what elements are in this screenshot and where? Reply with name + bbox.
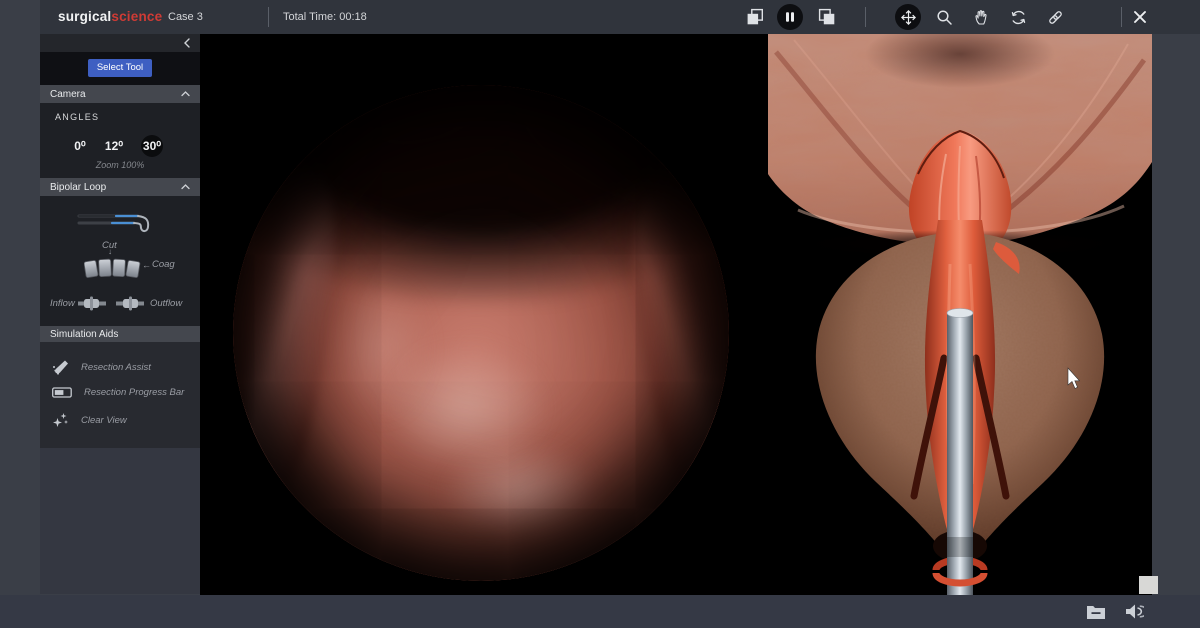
reset-view-icon[interactable] bbox=[1005, 4, 1031, 30]
resection-assist-icon bbox=[52, 359, 69, 376]
app-logo: surgicalscience bbox=[58, 0, 162, 34]
topbar-divider bbox=[268, 7, 269, 27]
resection-progress-icon bbox=[52, 385, 72, 400]
aid-label: Resection Progress Bar bbox=[84, 387, 184, 398]
simulation-aids-body: Resection Assist Resection Progress Bar … bbox=[40, 342, 200, 448]
section-header-simulation-aids[interactable]: Simulation Aids bbox=[40, 326, 200, 342]
angle-option-0[interactable]: 0⁰ bbox=[68, 135, 92, 157]
total-time-label: Total Time: 00:18 bbox=[283, 0, 367, 34]
chevron-up-icon bbox=[181, 184, 190, 190]
foot-pedals-image bbox=[84, 256, 144, 282]
zoom-tool-icon[interactable] bbox=[931, 4, 957, 30]
select-tool-row: Select Tool bbox=[40, 52, 200, 85]
bottom-bar bbox=[0, 595, 1200, 628]
camera-zoom-label: Zoom 100% bbox=[40, 160, 200, 170]
outflow-valve-icon bbox=[116, 296, 144, 311]
inflow-valve-icon bbox=[78, 296, 106, 311]
endoscope-vignette bbox=[233, 85, 729, 581]
anatomy-3d-viewport[interactable] bbox=[768, 34, 1152, 595]
simulator-window: { "app": { "title_part1": "surgical", "t… bbox=[0, 0, 1200, 628]
endoscope-circular-view[interactable] bbox=[233, 85, 729, 581]
chevron-up-icon bbox=[181, 91, 190, 97]
tool-sidebar: Select Tool Camera ANGLES 0⁰ 12⁰ 30⁰ Zoo… bbox=[40, 34, 200, 594]
logo-text-surgical: surgical bbox=[58, 9, 111, 24]
cut-arrow-icon: ↓ bbox=[108, 247, 112, 256]
resection-assist-toggle[interactable]: Resection Assist bbox=[52, 359, 151, 376]
aids-section-title: Simulation Aids bbox=[50, 329, 118, 340]
topbar-divider bbox=[865, 7, 866, 27]
topbar-divider bbox=[1121, 7, 1122, 27]
coag-pedal-label: Coag bbox=[152, 259, 175, 270]
logo-text-science: science bbox=[111, 9, 162, 24]
clear-view-toggle[interactable]: Clear View bbox=[52, 412, 127, 429]
move-tool-icon[interactable] bbox=[895, 4, 921, 30]
angles-label: ANGLES bbox=[55, 112, 99, 122]
link-views-icon[interactable] bbox=[1042, 4, 1068, 30]
section-header-camera[interactable]: Camera bbox=[40, 85, 200, 103]
case-label: Case 3 bbox=[168, 0, 203, 34]
select-tool-button[interactable]: Select Tool bbox=[88, 59, 152, 77]
bipolar-loop-electrode-image bbox=[76, 208, 158, 238]
anatomy-3d-scene bbox=[768, 34, 1152, 595]
collapse-sidebar-icon[interactable] bbox=[184, 38, 190, 48]
top-bar: surgicalscience Case 3 Total Time: 00:18 bbox=[40, 0, 1200, 34]
copy-view-icon[interactable] bbox=[814, 4, 840, 30]
angle-option-30-selected[interactable]: 30⁰ bbox=[141, 135, 163, 157]
clear-view-icon bbox=[52, 412, 69, 429]
volume-icon[interactable] bbox=[1124, 602, 1144, 621]
aid-label: Resection Assist bbox=[81, 362, 151, 373]
resectoscope-shaft bbox=[947, 309, 973, 596]
camera-section-title: Camera bbox=[50, 89, 86, 100]
resection-progress-toggle[interactable]: Resection Progress Bar bbox=[52, 385, 184, 400]
angle-option-12[interactable]: 12⁰ bbox=[102, 135, 126, 157]
viewport-resize-handle[interactable] bbox=[1139, 576, 1158, 594]
section-header-bipolar-loop[interactable]: Bipolar Loop bbox=[40, 178, 200, 196]
pan-tool-icon[interactable] bbox=[968, 4, 994, 30]
folder-icon[interactable] bbox=[1086, 604, 1106, 620]
sidebar-collapse-strip bbox=[40, 34, 200, 52]
outflow-label: Outflow bbox=[150, 298, 182, 309]
close-icon[interactable] bbox=[1127, 4, 1153, 30]
sidebar-empty-area bbox=[40, 448, 200, 594]
dual-view-icon[interactable] bbox=[742, 4, 768, 30]
inflow-label: Inflow bbox=[50, 298, 75, 309]
endoscope-viewport[interactable] bbox=[200, 34, 768, 595]
bipolar-section-body: Cut ↓ ← Coag Inflow bbox=[40, 196, 200, 326]
camera-section-body: ANGLES 0⁰ 12⁰ 30⁰ Zoom 100% bbox=[40, 103, 200, 178]
aid-label: Clear View bbox=[81, 415, 127, 426]
bipolar-section-title: Bipolar Loop bbox=[50, 182, 106, 193]
coag-arrow-icon: ← bbox=[142, 260, 151, 270]
pause-button[interactable] bbox=[777, 4, 803, 30]
